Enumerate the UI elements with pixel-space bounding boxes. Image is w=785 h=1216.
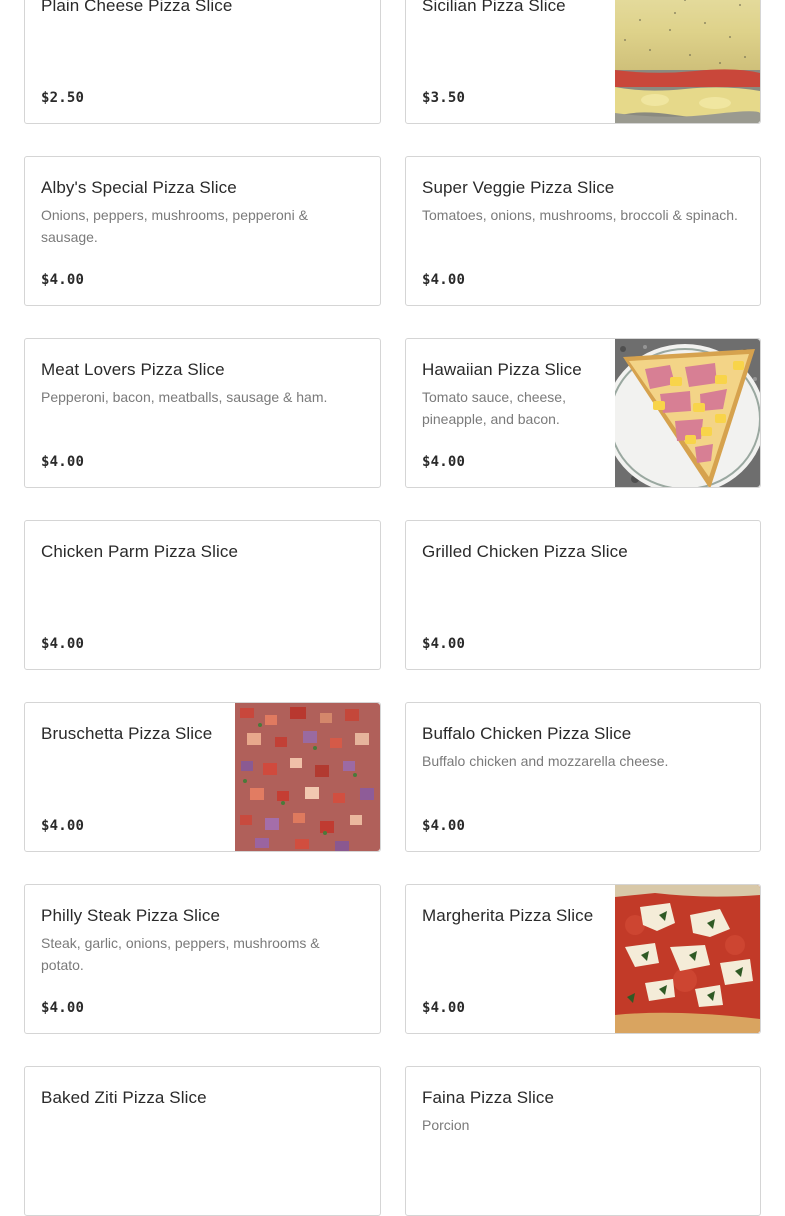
menu-item-price: $4.00 bbox=[41, 818, 85, 834]
menu-item-card[interactable]: Bruschetta Pizza Slice $4.00 bbox=[24, 702, 381, 852]
menu-item-card[interactable]: Faina Pizza Slice Porcion bbox=[405, 1066, 761, 1216]
menu-grid: Plain Cheese Pizza Slice $2.50 Sicilian … bbox=[24, 0, 761, 1216]
menu-item-description: Steak, garlic, onions, peppers, mushroom… bbox=[41, 935, 320, 973]
menu-item-text: Super Veggie Pizza Slice Tomatoes, onion… bbox=[422, 177, 744, 305]
menu-item-price: $4.00 bbox=[422, 272, 466, 288]
menu-item-text: Alby's Special Pizza Slice Onions, peppe… bbox=[41, 177, 364, 305]
menu-item-description: Buffalo chicken and mozzarella cheese. bbox=[422, 753, 669, 769]
menu-item-name: Philly Steak Pizza Slice bbox=[41, 906, 221, 925]
bruschetta-pizza-photo bbox=[235, 703, 380, 851]
menu-item-name: Margherita Pizza Slice bbox=[422, 906, 594, 925]
menu-item-card[interactable]: Hawaiian Pizza Slice Tomato sauce, chees… bbox=[405, 338, 761, 488]
menu-item-description: Porcion bbox=[422, 1117, 470, 1133]
menu-item-text: Grilled Chicken Pizza Slice bbox=[422, 541, 744, 669]
menu-item-name: Super Veggie Pizza Slice bbox=[422, 178, 615, 197]
hawaiian-pizza-photo bbox=[615, 339, 760, 487]
menu-item-card[interactable]: Chicken Parm Pizza Slice $4.00 bbox=[24, 520, 381, 670]
menu-item-text: Plain Cheese Pizza Slice bbox=[41, 0, 364, 123]
menu-item-card[interactable]: Margherita Pizza Slice $4.00 bbox=[405, 884, 761, 1034]
menu-item-description: Onions, peppers, mushrooms, pepperoni & … bbox=[41, 207, 308, 245]
menu-item-price: $3.50 bbox=[422, 90, 466, 106]
menu-item-card[interactable]: Sicilian Pizza Slice $3.50 bbox=[405, 0, 761, 124]
menu-item-text: Philly Steak Pizza Slice Steak, garlic, … bbox=[41, 905, 364, 1033]
menu-item-text: Faina Pizza Slice Porcion bbox=[422, 1087, 744, 1215]
menu-item-text: Meat Lovers Pizza Slice Pepperoni, bacon… bbox=[41, 359, 364, 487]
menu-item-description: Pepperoni, bacon, meatballs, sausage & h… bbox=[41, 389, 328, 405]
menu-item-name: Faina Pizza Slice bbox=[422, 1088, 555, 1107]
menu-item-name: Plain Cheese Pizza Slice bbox=[41, 0, 233, 15]
menu-item-card[interactable]: Super Veggie Pizza Slice Tomatoes, onion… bbox=[405, 156, 761, 306]
menu-item-name: Sicilian Pizza Slice bbox=[422, 0, 566, 15]
menu-item-price: $4.00 bbox=[422, 1000, 466, 1016]
menu-item-name: Buffalo Chicken Pizza Slice bbox=[422, 724, 632, 743]
menu-item-description: Tomatoes, onions, mushrooms, broccoli & … bbox=[422, 207, 738, 223]
menu-item-card[interactable]: Alby's Special Pizza Slice Onions, peppe… bbox=[24, 156, 381, 306]
menu-item-card[interactable]: Plain Cheese Pizza Slice $2.50 bbox=[24, 0, 381, 124]
menu-item-price: $2.50 bbox=[41, 90, 85, 106]
menu-item-price: $4.00 bbox=[41, 272, 85, 288]
menu-item-price: $4.00 bbox=[41, 636, 85, 652]
menu-item-name: Meat Lovers Pizza Slice bbox=[41, 360, 225, 379]
menu-item-card[interactable]: Meat Lovers Pizza Slice Pepperoni, bacon… bbox=[24, 338, 381, 488]
menu-item-card[interactable]: Buffalo Chicken Pizza Slice Buffalo chic… bbox=[405, 702, 761, 852]
sicilian-pizza-photo bbox=[615, 0, 760, 123]
menu-item-name: Baked Ziti Pizza Slice bbox=[41, 1088, 207, 1107]
menu-item-card[interactable]: Baked Ziti Pizza Slice bbox=[24, 1066, 381, 1216]
menu-item-price: $4.00 bbox=[422, 636, 466, 652]
menu-item-name: Chicken Parm Pizza Slice bbox=[41, 542, 239, 561]
menu-item-price: $4.00 bbox=[41, 454, 85, 470]
menu-item-text: Chicken Parm Pizza Slice bbox=[41, 541, 364, 669]
menu-item-price: $4.00 bbox=[422, 818, 466, 834]
menu-item-price: $4.00 bbox=[422, 454, 466, 470]
menu-item-card[interactable]: Grilled Chicken Pizza Slice $4.00 bbox=[405, 520, 761, 670]
menu-item-description: Tomato sauce, cheese, pineapple, and bac… bbox=[422, 389, 566, 427]
menu-item-text: Buffalo Chicken Pizza Slice Buffalo chic… bbox=[422, 723, 744, 851]
menu-item-text: Baked Ziti Pizza Slice bbox=[41, 1087, 364, 1215]
menu-item-name: Bruschetta Pizza Slice bbox=[41, 724, 213, 743]
menu-item-name: Alby's Special Pizza Slice bbox=[41, 178, 237, 197]
menu-item-card[interactable]: Philly Steak Pizza Slice Steak, garlic, … bbox=[24, 884, 381, 1034]
margherita-pizza-photo bbox=[615, 885, 760, 1033]
menu-item-name: Grilled Chicken Pizza Slice bbox=[422, 542, 628, 561]
menu-item-name: Hawaiian Pizza Slice bbox=[422, 360, 582, 379]
menu-item-price: $4.00 bbox=[41, 1000, 85, 1016]
